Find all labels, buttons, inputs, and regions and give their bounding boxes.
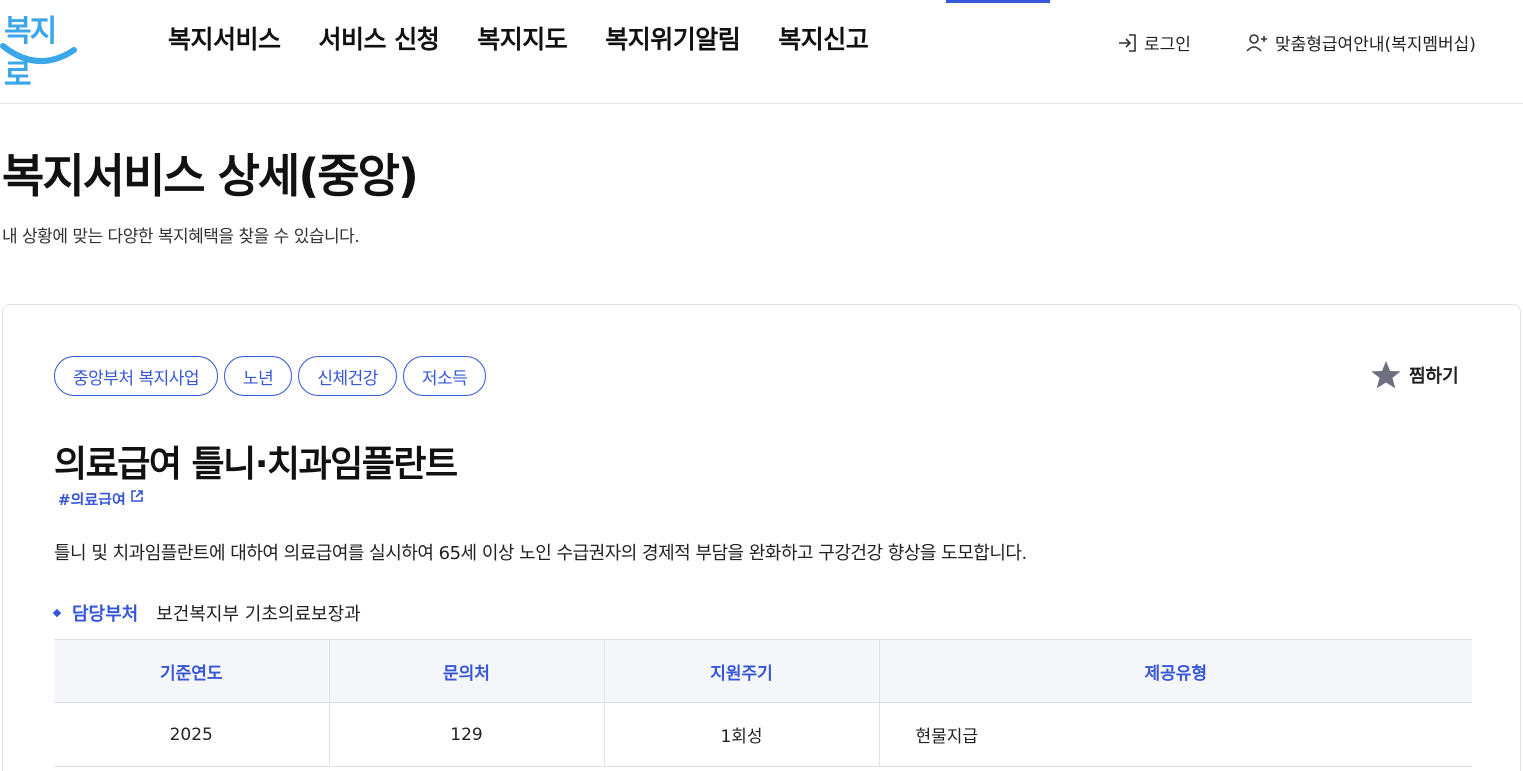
- tag-low-income[interactable]: 저소득: [402, 356, 487, 396]
- service-detail-card: 중앙부처 복지사업 노년 신체건강 저소득 찜하기 의료급여 틀니·치과임플란트…: [2, 304, 1521, 771]
- tag-central-ministry[interactable]: 중앙부처 복지사업: [54, 356, 219, 396]
- header-base-year: 기준연도: [54, 639, 330, 703]
- active-menu-indicator: [946, 0, 1050, 3]
- department-value: 보건복지부 기초의료보장과: [156, 604, 361, 625]
- cell-contact[interactable]: 129: [329, 702, 605, 767]
- login-link[interactable]: 로그인: [1116, 30, 1191, 55]
- cell-base-year: 2025: [54, 702, 330, 767]
- nav-welfare-service[interactable]: 복지서비스: [168, 20, 281, 56]
- header-provision-type: 제공유형: [879, 639, 1472, 703]
- nav-welfare-map[interactable]: 복지지도: [477, 20, 568, 56]
- nav-welfare-report[interactable]: 복지신고: [778, 20, 869, 56]
- cell-provision-type: 현물지급: [879, 702, 1472, 767]
- external-link-icon: [130, 490, 143, 502]
- service-info-table: 기준연도 문의처 지원주기 제공유형 2025 129 1회성 현물지급: [54, 639, 1472, 767]
- table-header-row: 기준연도 문의처 지원주기 제공유형: [54, 639, 1472, 703]
- tag-elderly[interactable]: 노년: [224, 356, 293, 396]
- login-icon: [1119, 33, 1136, 52]
- table-row: 2025 129 1회성 현물지급: [54, 702, 1472, 767]
- department-row: 담당부처 보건복지부 기초의료보장과: [52, 600, 361, 626]
- nav-service-apply[interactable]: 서비스 신청: [319, 20, 440, 56]
- page-title: 복지서비스 상세(중앙): [2, 149, 419, 203]
- tag-list: 중앙부처 복지사업 노년 신체건강 저소득: [54, 356, 487, 396]
- membership-label: 맞춤형급여안내(복지멤버십): [1275, 35, 1476, 55]
- header-support-cycle: 지원주기: [604, 639, 880, 703]
- login-label: 로그인: [1144, 35, 1191, 55]
- header-contact: 문의처: [329, 639, 605, 703]
- user-add-icon: [1246, 33, 1267, 52]
- star-icon: [1371, 361, 1401, 389]
- service-description: 틀니 및 치과임플란트에 대하여 의료급여를 실시하여 65세 이상 노인 수급…: [54, 543, 1027, 564]
- site-logo[interactable]: 복지로: [0, 4, 80, 93]
- logo-smile-icon: [0, 43, 77, 64]
- bookmark-button[interactable]: 찜하기: [1369, 359, 1459, 391]
- hashtag-label: #의료급여: [58, 491, 126, 505]
- service-title: 의료급여 틀니·치과임플란트: [54, 444, 458, 485]
- site-header: 복지로 복지서비스 서비스 신청 복지지도 복지위기알림 복지신고 로그인 맞춤…: [0, 0, 1523, 104]
- main-nav: 복지서비스 서비스 신청 복지지도 복지위기알림 복지신고: [168, 20, 869, 56]
- cell-support-cycle: 1회성: [604, 702, 880, 767]
- bookmark-label: 찜하기: [1409, 366, 1459, 387]
- membership-link[interactable]: 맞춤형급여안내(복지멤버십): [1245, 30, 1476, 55]
- page-subtitle: 내 상황에 맞는 다양한 복지혜택을 찾을 수 있습니다.: [2, 227, 360, 247]
- nav-crisis-alert[interactable]: 복지위기알림: [605, 20, 741, 56]
- hashtag-link[interactable]: #의료급여: [58, 489, 144, 505]
- bullet-diamond-icon: [52, 608, 62, 618]
- department-label: 담당부처: [72, 604, 139, 625]
- tag-physical-health[interactable]: 신체건강: [298, 356, 397, 396]
